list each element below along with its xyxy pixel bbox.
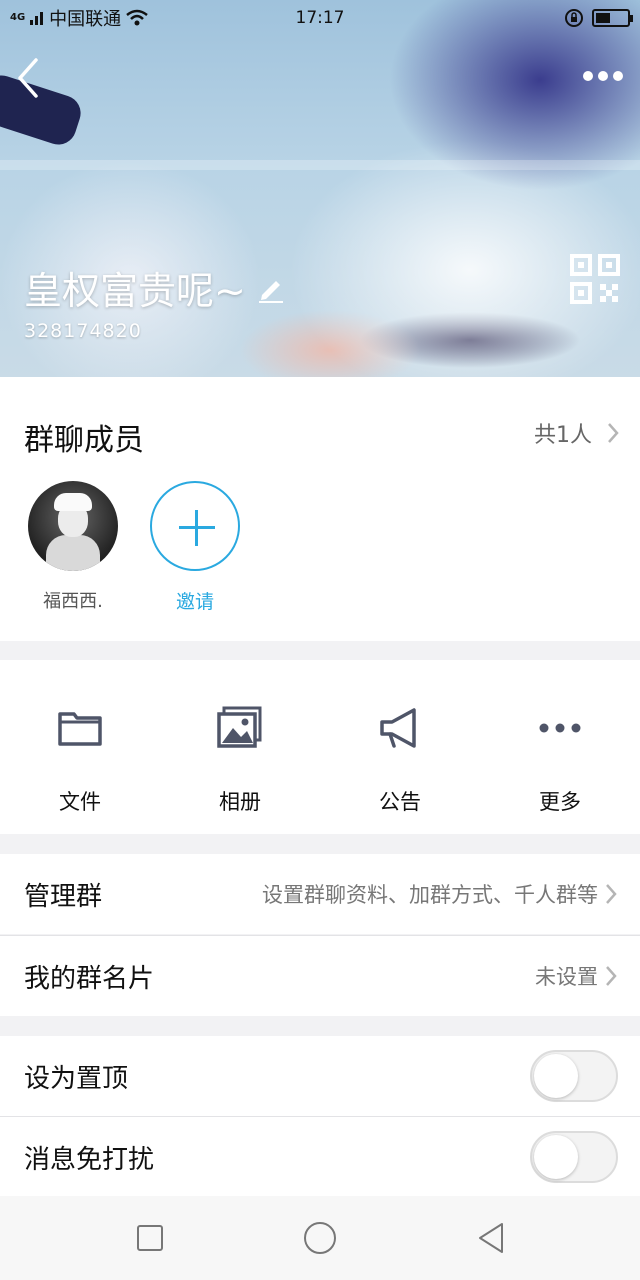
- more-tools-button[interactable]: 更多: [480, 660, 640, 834]
- battery-icon: [592, 9, 633, 27]
- wifi-icon: [126, 9, 148, 26]
- avatar-cap: [54, 493, 92, 511]
- pin-toggle[interactable]: [530, 1050, 618, 1102]
- orientation-lock-icon: [565, 9, 583, 27]
- row-value: 未设置: [535, 965, 598, 989]
- row-label: 设为置顶: [24, 1063, 129, 1094]
- signal-icon: [30, 12, 44, 25]
- members-section: 群聊成员 共1人 福西西. 邀请: [0, 377, 640, 641]
- back-triangle-icon[interactable]: [474, 1220, 510, 1256]
- my-group-card-row[interactable]: 我的群名片 未设置: [0, 936, 640, 1016]
- toggle-knob: [534, 1135, 578, 1179]
- group-header: 4G 中国联通 17:17 皇权富贵呢~ 328174820: [0, 0, 640, 377]
- qr-code-icon[interactable]: [570, 254, 620, 304]
- mute-toggle[interactable]: [530, 1131, 618, 1183]
- dot: [613, 71, 623, 81]
- row-label: 我的群名片: [24, 963, 155, 994]
- members-title: 群聊成员: [24, 423, 144, 458]
- home-icon[interactable]: [302, 1220, 338, 1256]
- status-bar: 4G 中国联通 17:17: [0, 0, 640, 36]
- member-name: 福西西.: [43, 591, 103, 612]
- pencil-icon[interactable]: [256, 273, 286, 303]
- members-count: 共1人: [534, 423, 592, 448]
- chevron-right-icon: [608, 423, 619, 443]
- invite-button[interactable]: 邀请: [150, 481, 240, 614]
- pin-chat-row: 设为置顶: [0, 1036, 640, 1116]
- manage-group-row[interactable]: 管理群 设置群聊资料、加群方式、千人群等: [0, 854, 640, 934]
- invite-label: 邀请: [175, 591, 214, 613]
- row-label: 消息免打扰: [24, 1144, 155, 1175]
- tool-label: 相册: [219, 790, 261, 814]
- battery-level: [596, 13, 610, 23]
- status-left: 4G 中国联通: [10, 5, 149, 31]
- group-name: 皇权富贵呢~: [24, 269, 246, 313]
- dot: [583, 71, 593, 81]
- system-nav-bar: [0, 1196, 640, 1280]
- carrier-name: 中国联通: [49, 9, 122, 30]
- status-right: [564, 8, 633, 28]
- chevron-right-icon: [606, 884, 617, 904]
- tool-label: 更多: [539, 790, 581, 814]
- more-dots-icon: [539, 723, 581, 733]
- tool-label: 公告: [379, 790, 421, 814]
- row-label: 管理群: [24, 881, 103, 912]
- more-dots-icon[interactable]: [582, 64, 624, 88]
- chevron-right-icon: [606, 966, 617, 986]
- members-count-link[interactable]: 共1人: [534, 417, 620, 449]
- group-toolbar: 文件 相册 公告 更多: [0, 660, 640, 834]
- megaphone-icon: [380, 708, 416, 748]
- dot: [598, 71, 608, 81]
- folder-icon: [58, 712, 102, 746]
- files-button[interactable]: 文件: [0, 660, 160, 834]
- back-chevron-icon[interactable]: [14, 56, 44, 100]
- avatar-body: [46, 535, 100, 571]
- plus-icon: [150, 481, 240, 571]
- album-button[interactable]: 相册: [160, 660, 320, 834]
- recent-apps-icon[interactable]: [132, 1220, 168, 1256]
- member-item[interactable]: 福西西.: [28, 481, 118, 613]
- group-id: 328174820: [24, 320, 142, 342]
- row-value: 设置群聊资料、加群方式、千人群等: [262, 883, 598, 907]
- toggle-knob: [534, 1054, 578, 1098]
- announcement-button[interactable]: 公告: [320, 660, 480, 834]
- tool-label: 文件: [59, 790, 101, 814]
- do-not-disturb-row: 消息免打扰: [0, 1117, 640, 1197]
- network-type: 4G: [10, 12, 26, 23]
- avatar: [28, 481, 118, 571]
- group-name-row: 皇权富贵呢~: [24, 260, 286, 315]
- photo-album-icon: [217, 706, 262, 748]
